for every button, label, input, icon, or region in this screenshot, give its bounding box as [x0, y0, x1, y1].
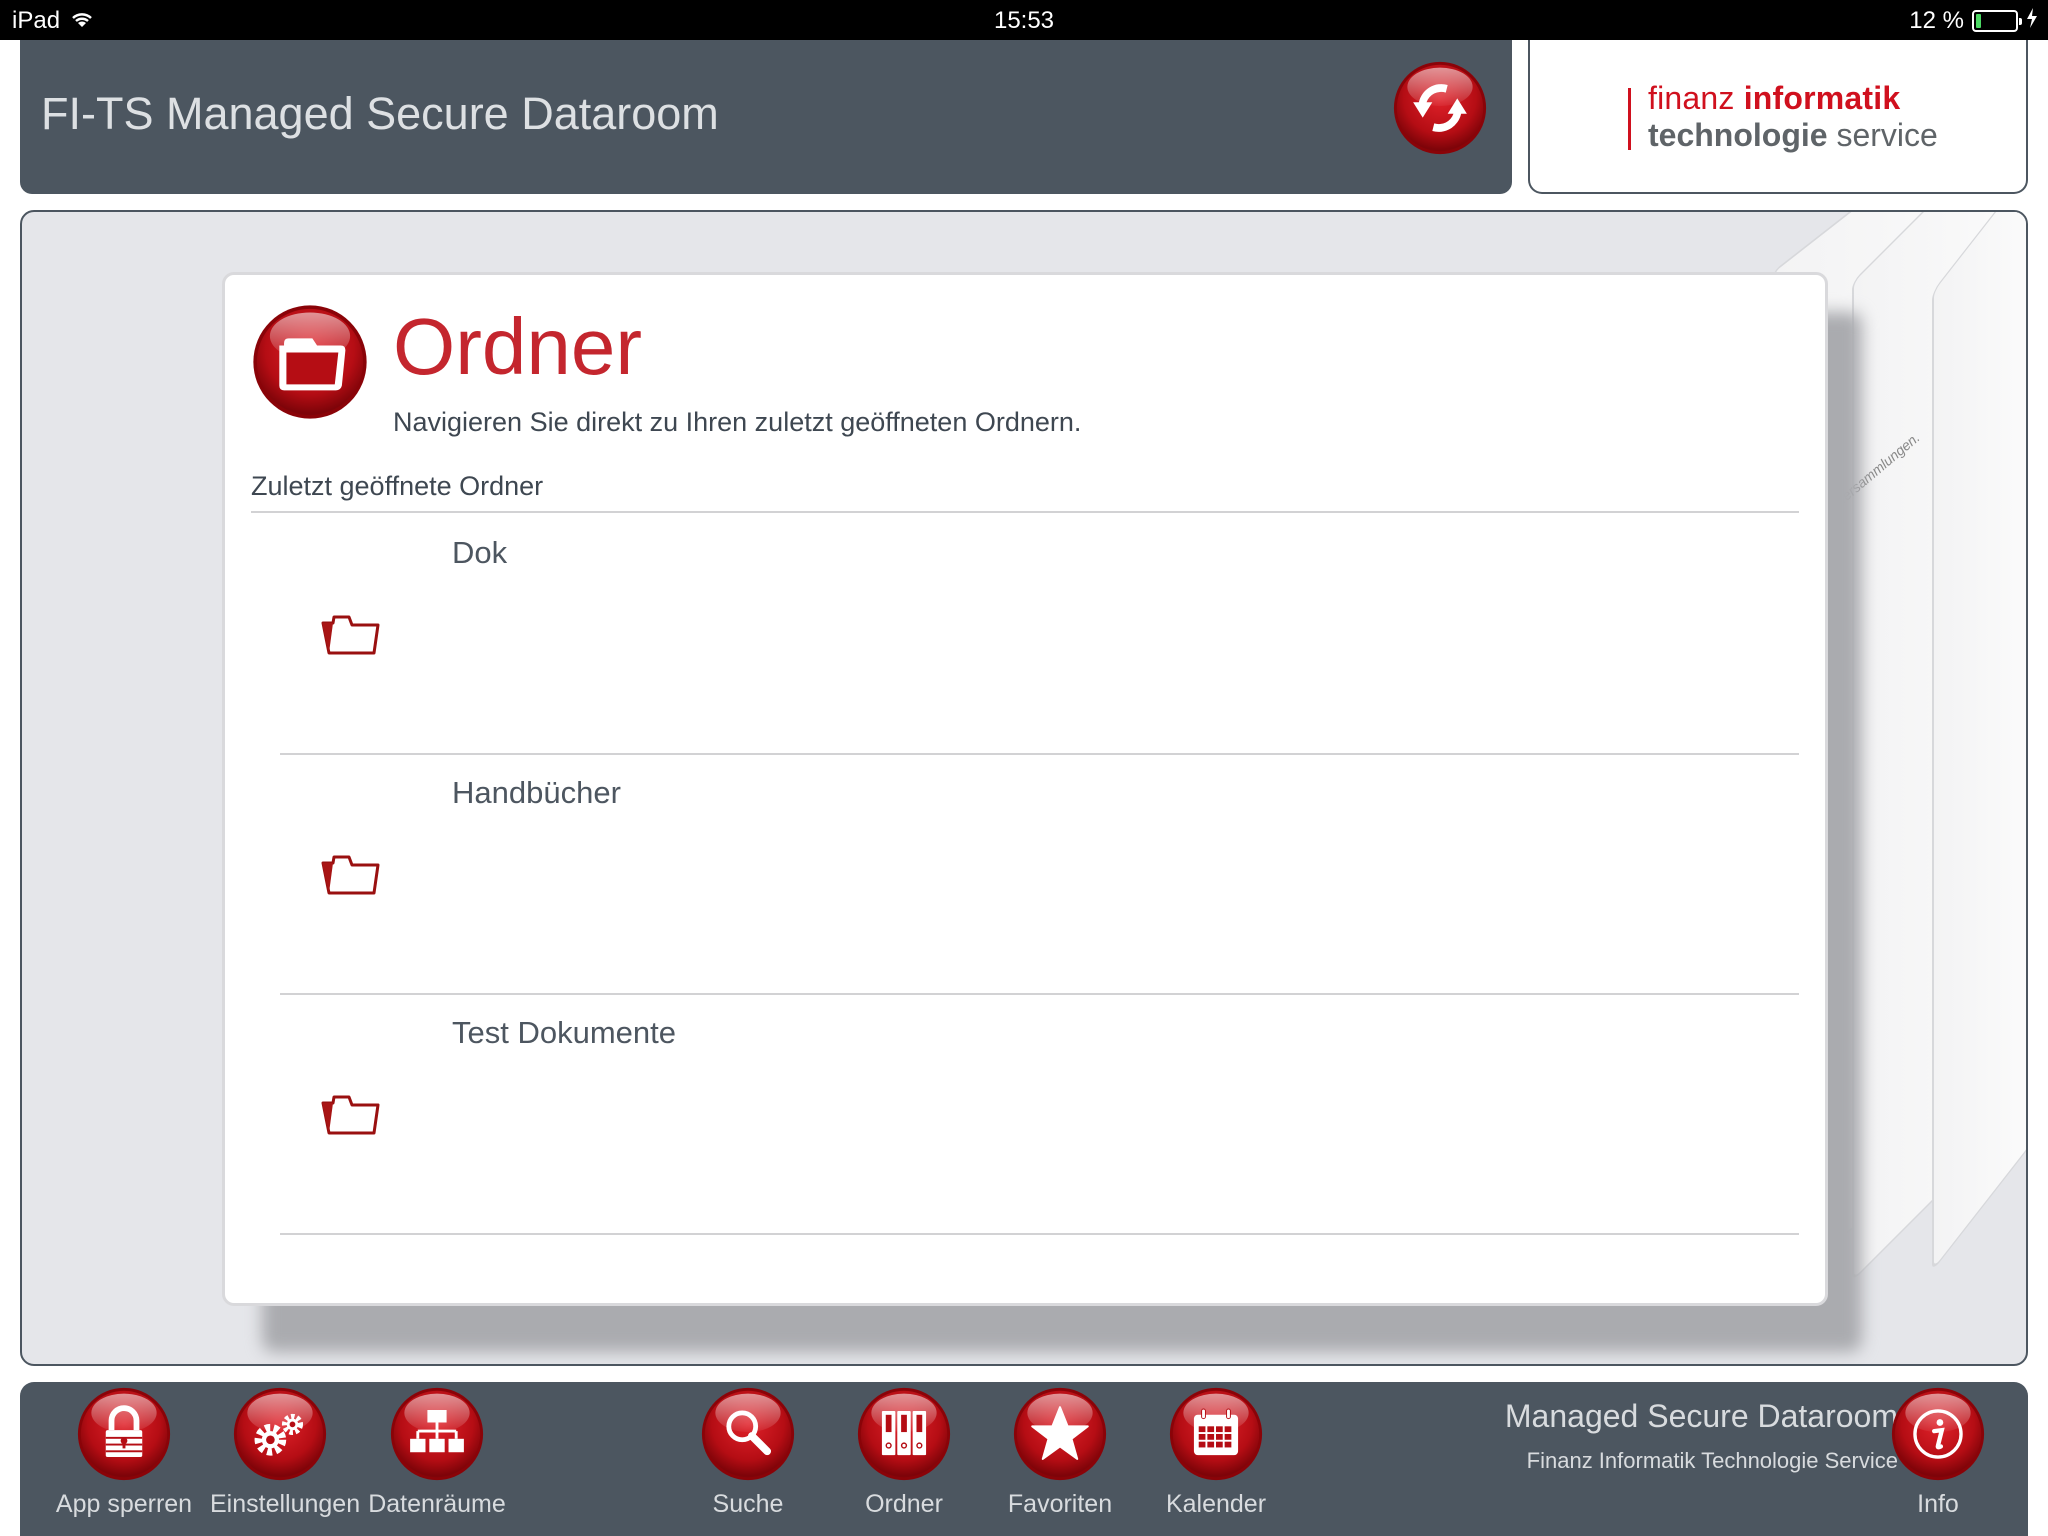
logo-text-service: service [1827, 117, 1938, 153]
toolbar-label: Kalender [1165, 1490, 1267, 1518]
sync-icon [1392, 60, 1488, 156]
calendar-icon [1168, 1386, 1264, 1482]
star-icon [1012, 1386, 1108, 1482]
page-title: Ordner [393, 302, 642, 391]
app-title: FI-TS Managed Secure Dataroom [41, 88, 719, 139]
page-subtitle: Navigieren Sie direkt zu Ihren zuletzt g… [393, 407, 1082, 437]
folder-row-handbuecher[interactable]: Handbücher [280, 755, 1799, 995]
folders-card: Ordner Navigieren Sie direkt zu Ihren zu… [222, 272, 1828, 1306]
folder-row-test-dokumente[interactable]: Test Dokumente [280, 995, 1799, 1235]
status-bar: iPad 15:53 12 % [0, 0, 2048, 40]
bottom-toolbar: App sperren Einstellungen Datenräume Suc… [20, 1382, 2028, 1536]
company-logo: finanz informatik technologie service [1528, 40, 2028, 194]
toolbar-label: App sperren [55, 1490, 193, 1518]
folder-name: Test Dokumente [452, 1015, 676, 1050]
toolbar-label: Info [1917, 1490, 1959, 1518]
logo-text-technologie: technologie [1648, 117, 1828, 153]
toolbar-info[interactable]: Info [1868, 1386, 2008, 1519]
recent-folder-list: Dok Handbücher Test Dokumente [280, 515, 1799, 1235]
folder-row-dok[interactable]: Dok [280, 515, 1799, 755]
toolbar-favoriten[interactable]: Favoriten [990, 1386, 1130, 1519]
section-label-recent: Zuletzt geöffnete Ordner [251, 471, 544, 501]
folder-open-icon [321, 615, 380, 655]
info-icon [1890, 1386, 1986, 1482]
gears-icon [232, 1386, 328, 1482]
section-divider [251, 511, 1799, 513]
toolbar-label: Datenräume [368, 1490, 506, 1518]
battery-percent: 12 % [1909, 7, 1964, 34]
search-icon [700, 1386, 796, 1482]
toolbar-suche[interactable]: Suche [678, 1386, 818, 1519]
hierarchy-icon [389, 1386, 485, 1482]
folder-open-icon [321, 1095, 380, 1135]
logo-text-finanz: finanz [1648, 80, 1744, 116]
folder-name: Dok [452, 535, 508, 570]
toolbar-einstellungen[interactable]: Einstellungen [210, 1386, 361, 1519]
toolbar-label: Suche [712, 1490, 784, 1518]
brand-title: Managed Secure Dataroom [1504, 1398, 1898, 1434]
toolbar-label: Favoriten [1007, 1490, 1113, 1518]
app-header: FI-TS Managed Secure Dataroom [20, 40, 1512, 194]
toolbar-label: Einstellungen [210, 1490, 361, 1518]
folder-header-icon [251, 303, 369, 421]
toolbar-datenraeume[interactable]: Datenräume [367, 1386, 507, 1519]
binders-icon [856, 1386, 952, 1482]
logo-bar [1628, 88, 1631, 150]
clock: 15:53 [993, 7, 1055, 34]
toolbar-app-sperren[interactable]: App sperren [54, 1386, 194, 1519]
background-card [1932, 212, 2026, 1272]
lock-icon [76, 1386, 172, 1482]
logo-text-informatik: informatik [1743, 80, 1901, 116]
toolbar-ordner[interactable]: Ordner [834, 1386, 974, 1519]
toolbar-label: Ordner [865, 1490, 943, 1518]
brand-subtitle: Finanz Informatik Technologie Service [1526, 1448, 1898, 1473]
charging-icon [2026, 7, 2038, 35]
battery-icon [1972, 10, 2022, 32]
folder-name: Handbücher [452, 775, 621, 810]
folder-open-icon [321, 855, 380, 895]
toolbar-kalender[interactable]: Kalender [1146, 1386, 1286, 1519]
sync-button[interactable] [1392, 60, 1488, 156]
